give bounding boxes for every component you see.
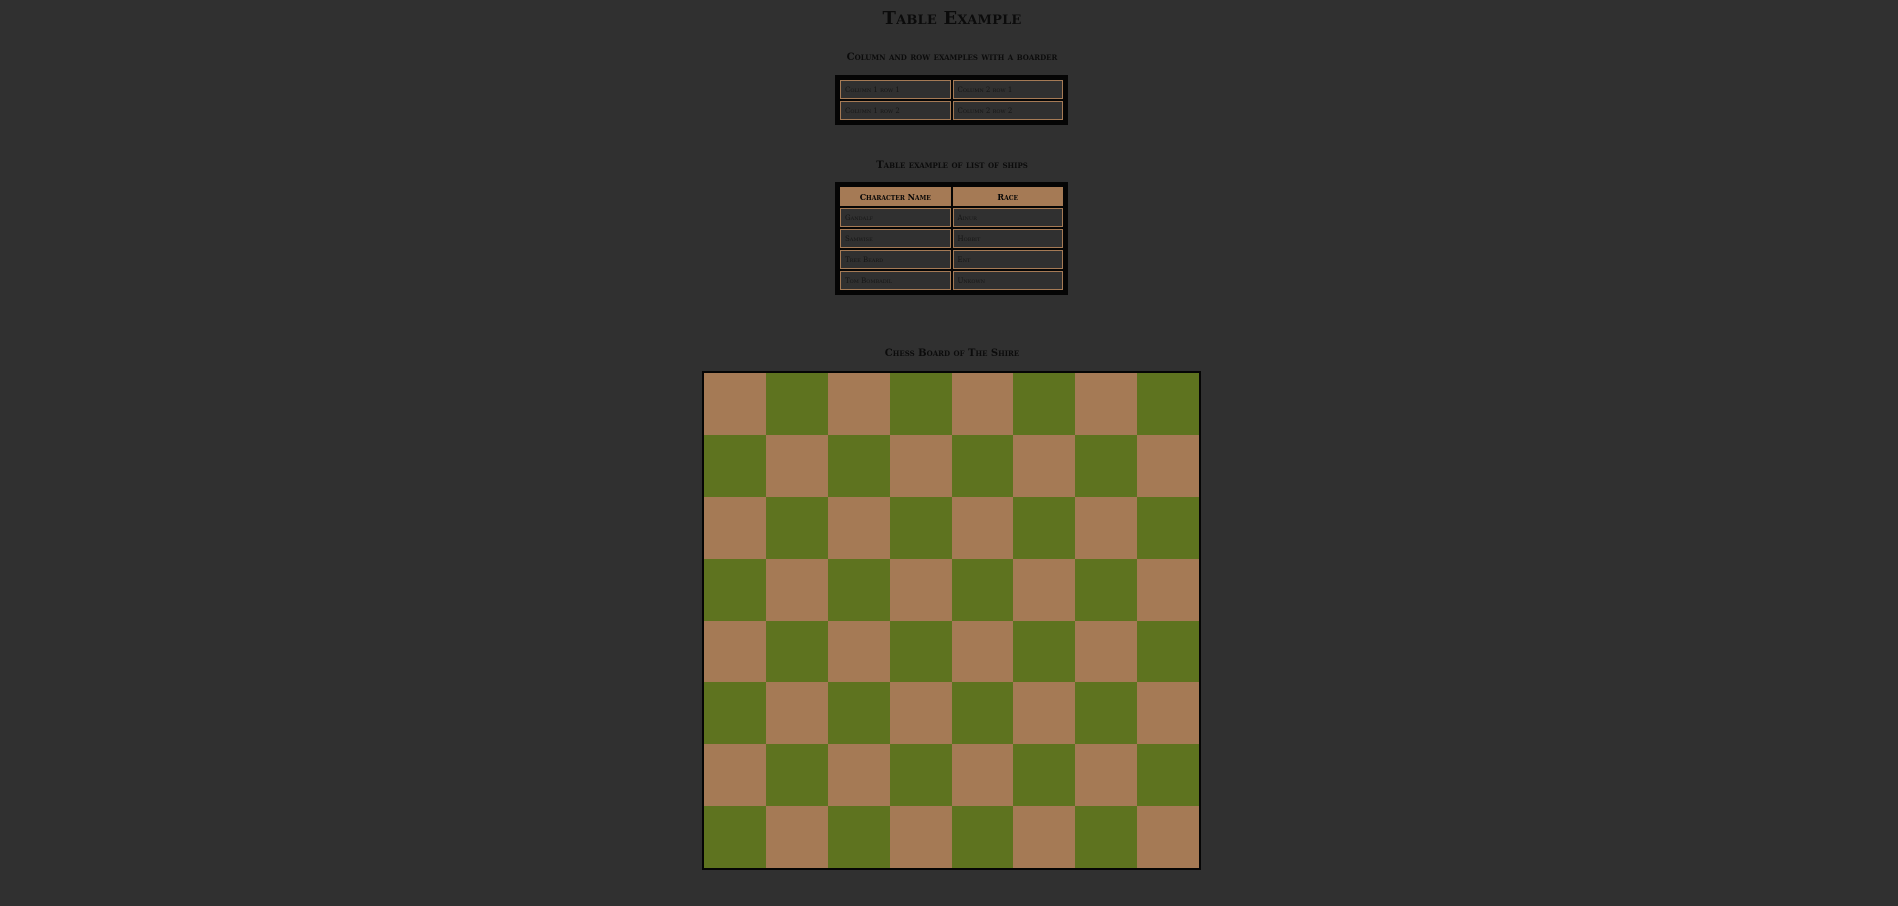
chess-square-dark bbox=[1013, 373, 1076, 435]
chess-square-dark bbox=[889, 744, 952, 807]
chess-square-dark bbox=[889, 373, 952, 435]
table2-frame: Character Name Race Gandalf Ainur Samwis… bbox=[835, 182, 1068, 295]
table-cell: Tree Beard bbox=[840, 250, 951, 269]
chess-square-light bbox=[951, 744, 1014, 807]
chess-square-dark bbox=[1137, 373, 1199, 435]
chess-board bbox=[702, 371, 1201, 870]
chess-square-light bbox=[1075, 496, 1138, 559]
chess-square-dark bbox=[704, 434, 766, 497]
chess-square-light bbox=[1013, 806, 1076, 868]
chess-square-light bbox=[1013, 434, 1076, 497]
chess-square-light bbox=[951, 620, 1014, 683]
chess-square-dark bbox=[889, 496, 952, 559]
table1-heading: Column and row examples with a boarder bbox=[846, 52, 1058, 63]
chess-square-light bbox=[765, 434, 828, 497]
table1-frame: Column 1 row 1 Column 2 row 1 Column 1 r… bbox=[835, 75, 1068, 125]
chess-square-dark bbox=[1013, 744, 1076, 807]
chess-square-light bbox=[889, 682, 952, 745]
page-title: Table Example bbox=[882, 8, 1022, 29]
chess-square-dark bbox=[827, 806, 890, 868]
chess-square-dark bbox=[1137, 496, 1199, 559]
chess-square-light bbox=[1075, 620, 1138, 683]
chess-square-light bbox=[1137, 434, 1199, 497]
chess-square-dark bbox=[1075, 682, 1138, 745]
chess-square-light bbox=[1013, 682, 1076, 745]
chess-square-dark bbox=[889, 620, 952, 683]
table-cell: Column 2 row 2 bbox=[952, 101, 1063, 120]
chess-square-dark bbox=[951, 558, 1014, 621]
table-cell: Column 2 row 1 bbox=[952, 80, 1063, 99]
chess-square-dark bbox=[765, 496, 828, 559]
table-header-row: Character Name Race bbox=[840, 187, 1063, 206]
chess-square-dark bbox=[765, 620, 828, 683]
table2: Character Name Race Gandalf Ainur Samwis… bbox=[838, 185, 1065, 292]
chess-square-dark bbox=[951, 434, 1014, 497]
table-cell: Samwise bbox=[840, 229, 951, 248]
table2-heading: Table example of list of ships bbox=[876, 160, 1028, 171]
chess-square-light bbox=[765, 806, 828, 868]
chess-square-light bbox=[889, 434, 952, 497]
chess-square-light bbox=[1137, 682, 1199, 745]
chess-square-light bbox=[1137, 806, 1199, 868]
chess-square-dark bbox=[765, 373, 828, 435]
chess-square-light bbox=[889, 806, 952, 868]
table-cell: Tom Bombadil bbox=[840, 271, 951, 290]
table1: Column 1 row 1 Column 2 row 1 Column 1 r… bbox=[838, 78, 1065, 122]
chess-square-light bbox=[1013, 558, 1076, 621]
chess-board-grid bbox=[704, 373, 1199, 868]
chess-square-dark bbox=[827, 558, 890, 621]
chess-square-light bbox=[1075, 744, 1138, 807]
chess-square-dark bbox=[704, 558, 766, 621]
chess-square-light bbox=[1137, 558, 1199, 621]
table-row: Tree Beard Ent bbox=[840, 250, 1063, 269]
chess-square-light bbox=[765, 558, 828, 621]
chess-square-dark bbox=[1013, 496, 1076, 559]
chess-square-dark bbox=[951, 682, 1014, 745]
table-cell: Hobbit bbox=[952, 229, 1063, 248]
chess-square-dark bbox=[1137, 744, 1199, 807]
column-header-character-name: Character Name bbox=[840, 187, 951, 206]
table-cell: Ent bbox=[952, 250, 1063, 269]
table-cell: Gandalf bbox=[840, 208, 951, 227]
chess-square-dark bbox=[765, 744, 828, 807]
chess-square-dark bbox=[1013, 620, 1076, 683]
column-header-race: Race bbox=[952, 187, 1063, 206]
table-row: Column 1 row 2 Column 2 row 2 bbox=[840, 101, 1063, 120]
table-cell: Unkown bbox=[952, 271, 1063, 290]
chess-square-dark bbox=[827, 682, 890, 745]
table-row: Samwise Hobbit bbox=[840, 229, 1063, 248]
chess-square-dark bbox=[1075, 558, 1138, 621]
chess-square-light bbox=[704, 620, 766, 683]
chess-square-light bbox=[827, 744, 890, 807]
chess-square-dark bbox=[1137, 620, 1199, 683]
chess-square-light bbox=[704, 744, 766, 807]
chess-square-light bbox=[704, 373, 766, 435]
chess-square-light bbox=[765, 682, 828, 745]
chess-square-light bbox=[827, 620, 890, 683]
table-row: Gandalf Ainur bbox=[840, 208, 1063, 227]
page: Table Example Column and row examples wi… bbox=[0, 0, 1898, 906]
table-cell: Column 1 row 1 bbox=[840, 80, 951, 99]
chess-square-light bbox=[889, 558, 952, 621]
chess-square-light bbox=[827, 496, 890, 559]
chess-square-dark bbox=[1075, 434, 1138, 497]
table-row: Column 1 row 1 Column 2 row 1 bbox=[840, 80, 1063, 99]
chess-square-dark bbox=[1075, 806, 1138, 868]
table-cell: Ainur bbox=[952, 208, 1063, 227]
chess-square-light bbox=[1075, 373, 1138, 435]
chess-square-light bbox=[827, 373, 890, 435]
table-row: Tom Bombadil Unkown bbox=[840, 271, 1063, 290]
chess-square-dark bbox=[704, 682, 766, 745]
chess-square-dark bbox=[704, 806, 766, 868]
chess-heading: Chess Board of The Shire bbox=[884, 348, 1020, 359]
chess-square-light bbox=[704, 496, 766, 559]
chess-square-light bbox=[951, 496, 1014, 559]
chess-square-dark bbox=[951, 806, 1014, 868]
chess-square-dark bbox=[827, 434, 890, 497]
chess-square-light bbox=[951, 373, 1014, 435]
table-cell: Column 1 row 2 bbox=[840, 101, 951, 120]
